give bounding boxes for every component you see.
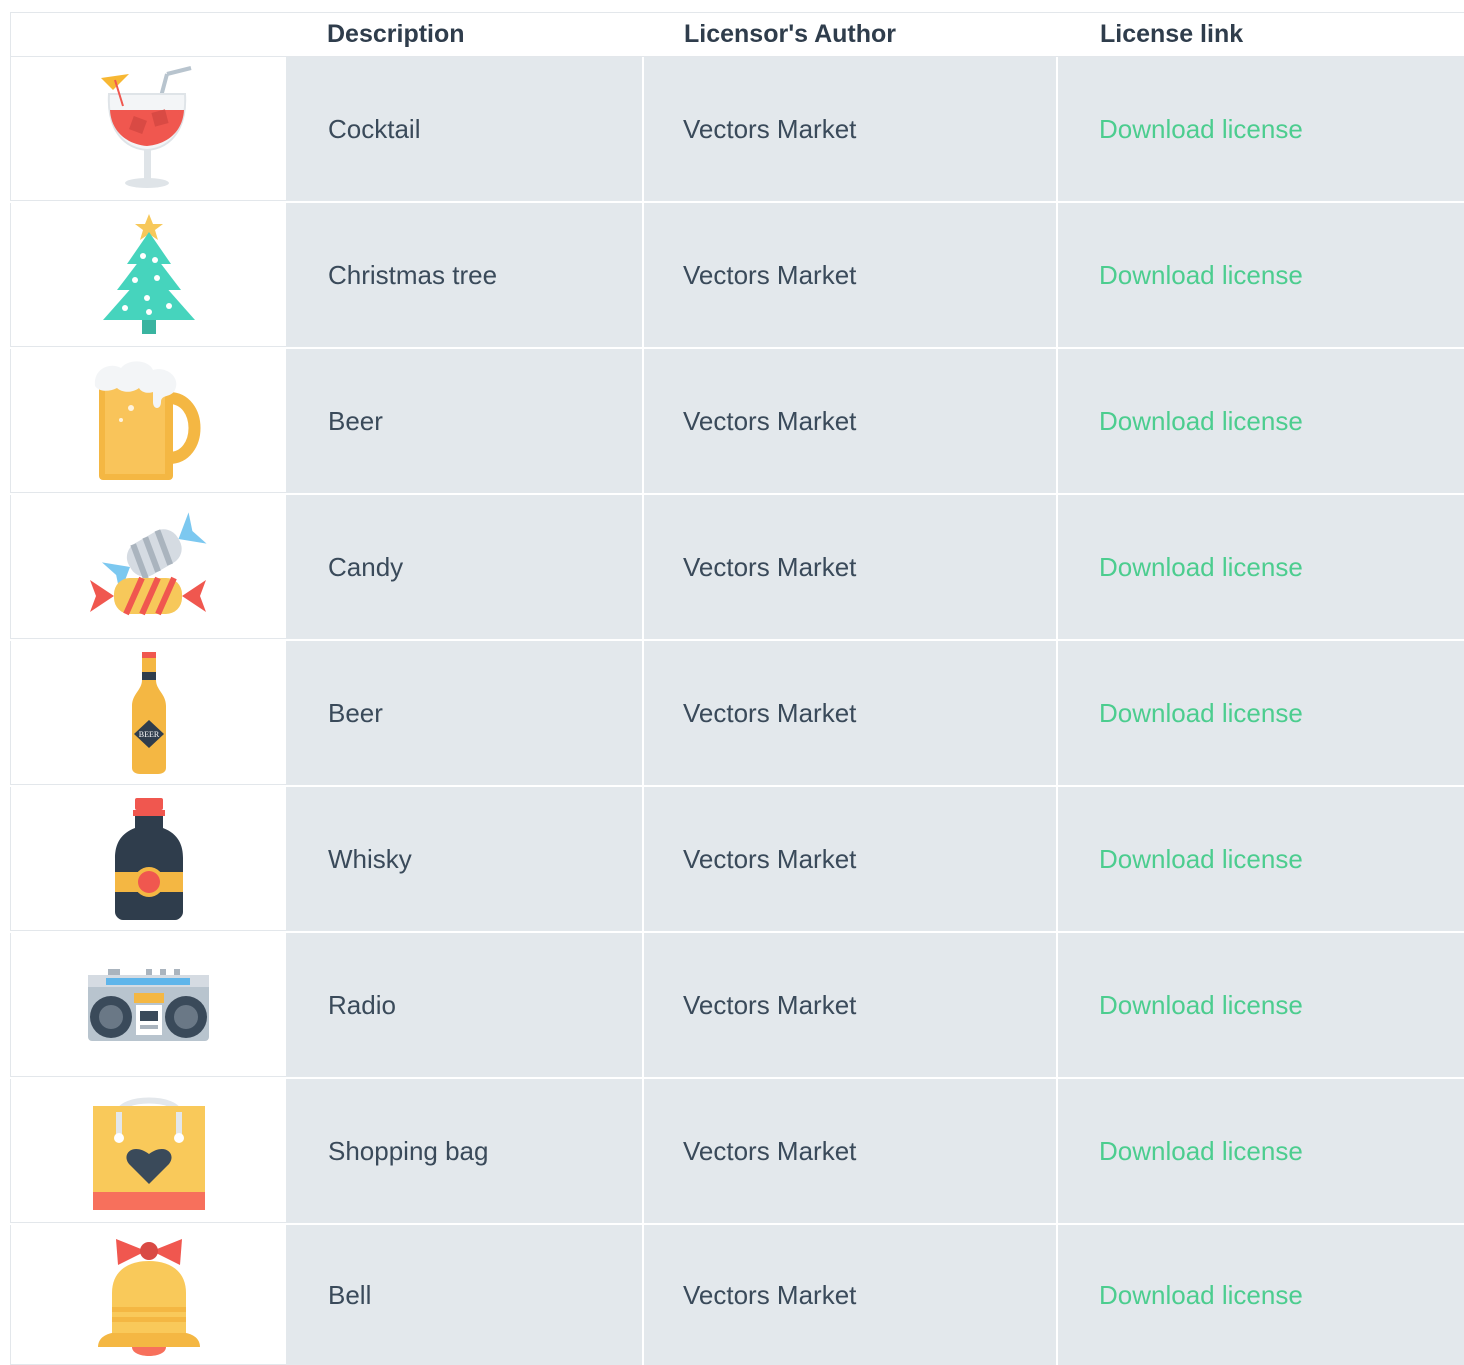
download-license-link[interactable]: Download license <box>1099 1280 1303 1311</box>
whisky-icon <box>114 798 183 920</box>
header-icon-column <box>11 13 287 56</box>
header-description: Description <box>327 20 465 48</box>
license-link-cell: Download license <box>1058 787 1464 931</box>
header-author: Licensor's Author <box>684 20 896 48</box>
description-cell: Bell <box>286 1225 644 1365</box>
table-header: Description Licensor's Author License li… <box>10 13 1464 57</box>
description-cell: Radio <box>286 933 644 1077</box>
bell-icon <box>97 1239 200 1356</box>
table-row: Bell Vectors Market Download license <box>10 1225 1464 1365</box>
icon-cell <box>10 495 286 639</box>
icon-cell <box>10 1079 286 1223</box>
icon-cell <box>10 349 286 493</box>
download-license-link[interactable]: Download license <box>1099 698 1303 729</box>
icon-cell <box>10 203 286 347</box>
author-cell: Vectors Market <box>644 203 1058 347</box>
description-cell: Candy <box>286 495 644 639</box>
download-license-link[interactable]: Download license <box>1099 260 1303 291</box>
author-cell: Vectors Market <box>644 787 1058 931</box>
icon-cell <box>10 933 286 1077</box>
download-license-link[interactable]: Download license <box>1099 552 1303 583</box>
license-link-cell: Download license <box>1058 57 1464 201</box>
candy-icon <box>90 511 207 615</box>
description-cell: Beer <box>286 349 644 493</box>
table-row: Christmas tree Vectors Market Download l… <box>10 203 1464 349</box>
author-cell: Vectors Market <box>644 1079 1058 1223</box>
author-cell: Vectors Market <box>644 495 1058 639</box>
license-link-cell: Download license <box>1058 933 1464 1077</box>
icon-cell <box>10 787 286 931</box>
beer-mug-icon <box>94 361 201 480</box>
license-link-cell: Download license <box>1058 1225 1464 1365</box>
beer-bottle-label: BEER <box>138 730 159 739</box>
table-row: Radio Vectors Market Download license <box>10 933 1464 1079</box>
author-cell: Vectors Market <box>644 1225 1058 1365</box>
license-link-cell: Download license <box>1058 495 1464 639</box>
icon-cell <box>10 57 286 201</box>
license-link-cell: Download license <box>1058 641 1464 785</box>
table-row: Beer Vectors Market Download license <box>10 349 1464 495</box>
license-link-cell: Download license <box>1058 203 1464 347</box>
icon-cell <box>10 1225 286 1365</box>
author-cell: Vectors Market <box>644 641 1058 785</box>
author-cell: Vectors Market <box>644 349 1058 493</box>
download-license-link[interactable]: Download license <box>1099 844 1303 875</box>
table-row: Whisky Vectors Market Download license <box>10 787 1464 933</box>
author-cell: Vectors Market <box>644 933 1058 1077</box>
beer-bottle-icon: BEER <box>131 652 166 774</box>
description-cell: Whisky <box>286 787 644 931</box>
description-cell: Christmas tree <box>286 203 644 347</box>
shopping-bag-icon <box>92 1097 205 1210</box>
download-license-link[interactable]: Download license <box>1099 1136 1303 1167</box>
christmas-tree-icon <box>102 214 195 334</box>
table-row: Candy Vectors Market Download license <box>10 495 1464 641</box>
description-cell: Cocktail <box>286 57 644 201</box>
license-table: Description Licensor's Author License li… <box>10 12 1464 1365</box>
table-row: BEER Beer Vectors Market Download licens… <box>10 641 1464 787</box>
download-license-link[interactable]: Download license <box>1099 406 1303 437</box>
description-cell: Shopping bag <box>286 1079 644 1223</box>
description-cell: Beer <box>286 641 644 785</box>
license-link-cell: Download license <box>1058 349 1464 493</box>
header-license-link: License link <box>1100 20 1244 48</box>
cocktail-icon <box>100 66 191 188</box>
icon-cell: BEER <box>10 641 286 785</box>
license-link-cell: Download license <box>1058 1079 1464 1223</box>
table-row: Cocktail Vectors Market Download license <box>10 57 1464 203</box>
download-license-link[interactable]: Download license <box>1099 114 1303 145</box>
author-cell: Vectors Market <box>644 57 1058 201</box>
table-row: Shopping bag Vectors Market Download lic… <box>10 1079 1464 1225</box>
download-license-link[interactable]: Download license <box>1099 990 1303 1021</box>
radio-icon <box>88 969 209 1041</box>
